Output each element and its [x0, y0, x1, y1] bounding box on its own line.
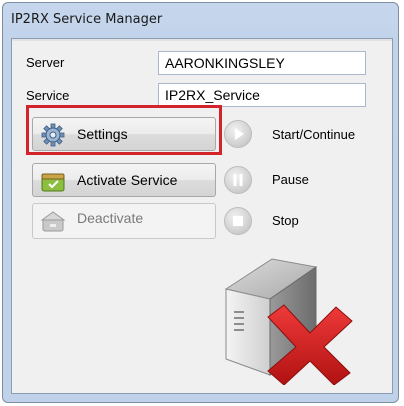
pause-label: Pause: [272, 172, 309, 187]
start-continue-button[interactable]: [224, 120, 252, 148]
stop-icon: [233, 216, 243, 226]
service-label: Service: [26, 88, 70, 103]
start-continue-label: Start/Continue: [272, 127, 356, 142]
stop-button[interactable]: [224, 207, 252, 235]
deactivate-box-icon: [40, 211, 66, 232]
activate-service-button-label: Activate Service: [77, 172, 178, 188]
server-stopped-icon: [224, 258, 353, 385]
activate-service-button[interactable]: Activate Service: [32, 163, 216, 197]
client-top-edge: [12, 39, 392, 41]
pause-button[interactable]: [224, 166, 252, 194]
client-area: Server AARONKINGSLEY Service IP2RX_Servi…: [11, 38, 393, 394]
activate-box-icon: [41, 173, 65, 192]
service-manager-window: IP2RX Service Manager Server AARONKINGSL…: [2, 2, 399, 403]
stop-label: Stop: [272, 213, 299, 228]
server-field[interactable]: AARONKINGSLEY: [158, 51, 366, 75]
deactivate-button-label: Deactivate: [77, 210, 144, 226]
service-field[interactable]: IP2RX_Service: [158, 83, 366, 107]
deactivate-button[interactable]: Deactivate: [32, 203, 216, 239]
server-label: Server: [26, 55, 65, 70]
play-icon: [235, 128, 244, 140]
pause-icon: [233, 174, 243, 186]
window-title: IP2RX Service Manager: [11, 12, 163, 27]
settings-highlight-box: [26, 105, 222, 155]
